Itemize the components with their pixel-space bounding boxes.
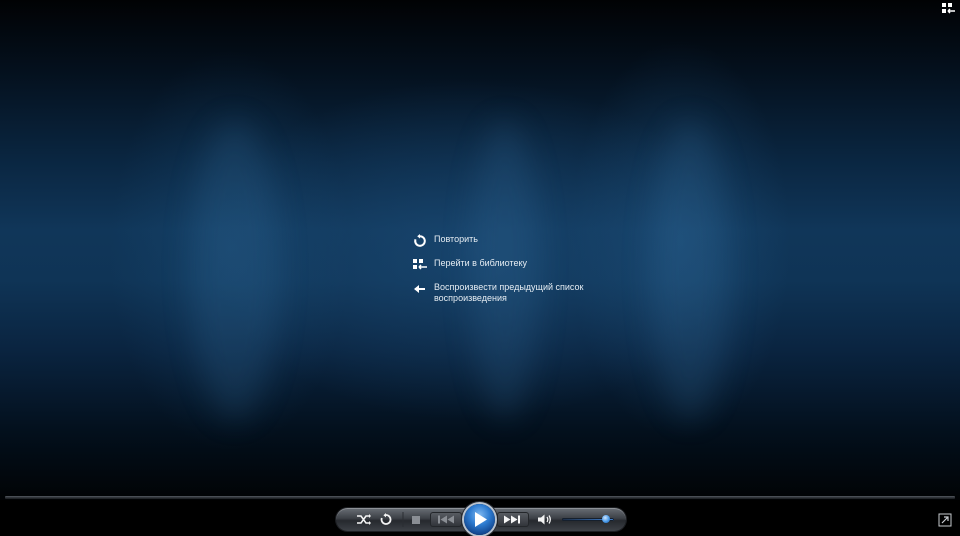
menu-item-play-previous-playlist[interactable]: Воспроизвести предыдущий список воспроиз… [412,281,592,303]
switch-to-library-button[interactable] [942,3,956,17]
repeat-icon [380,513,392,525]
speaker-icon [538,514,551,525]
menu-item-replay[interactable]: Повторить [412,233,592,251]
menu-item-label: Повторить [434,234,478,244]
switch-to-library-icon [942,3,955,14]
visualization-streak [650,120,730,420]
mute-button[interactable] [535,508,555,531]
seek-bar[interactable] [5,496,955,499]
library-icon [412,257,428,273]
visualization-streak [190,120,280,420]
volume-thumb[interactable] [602,515,611,523]
stop-button[interactable] [406,508,426,531]
divider [402,508,404,531]
replay-icon [412,233,428,249]
media-player-window: Повторить Перейти в библиотеку Воспроизв… [0,0,960,536]
back-arrow-icon [412,281,428,297]
shuffle-icon [357,514,371,525]
menu-item-label: Воспроизвести предыдущий список воспроиз… [434,282,584,303]
volume-slider[interactable] [562,515,614,523]
next-icon [504,515,520,524]
next-button[interactable] [497,512,529,527]
play-icon [475,512,487,527]
previous-button[interactable] [430,512,462,527]
fullscreen-button[interactable] [938,513,952,527]
fullscreen-icon [938,513,952,527]
previous-icon [438,515,454,524]
shuffle-button[interactable] [353,508,373,531]
transport-controls [336,504,626,535]
menu-item-label: Перейти в библиотеку [434,258,528,268]
stop-icon [412,516,420,524]
repeat-button[interactable] [376,508,396,531]
play-button[interactable] [464,504,495,535]
menu-item-go-to-library[interactable]: Перейти в библиотеку [412,257,592,275]
